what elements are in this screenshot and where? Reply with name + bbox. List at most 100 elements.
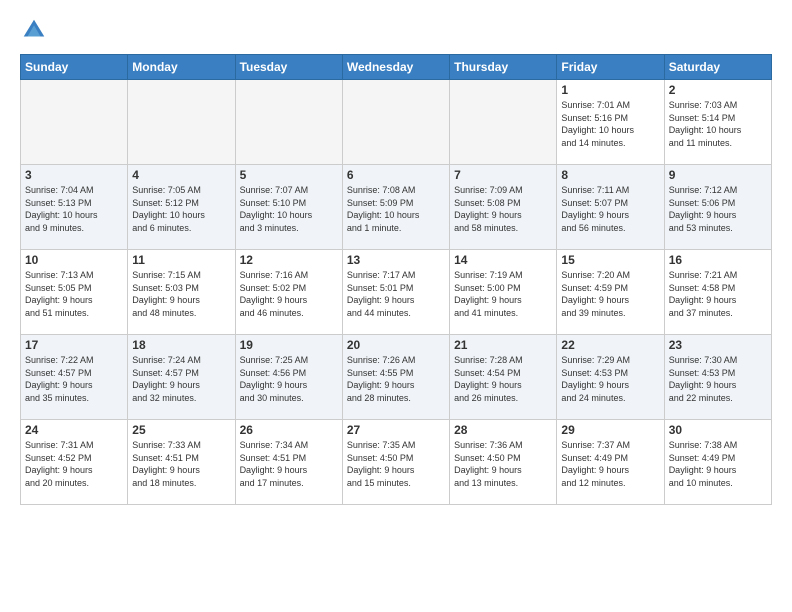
calendar-cell: 23Sunrise: 7:30 AM Sunset: 4:53 PM Dayli… [664,335,771,420]
calendar-cell: 20 Sunrise: 7:26 AM Sunset: 4:55 PM Dayli… [342,335,449,420]
day-info: Sunrise: 7:33 AM Sunset: 4:51 PM Dayligh… [132,439,230,489]
weekday-header: Wednesday [342,55,449,80]
day-number: 17 [25,338,123,352]
day-info: Sunrise: 7:37 AM Sunset: 4:49 PM Dayligh… [561,439,659,489]
calendar-cell: 3Sunrise: 7:04 AM Sunset: 5:13 PM Daylig… [21,165,128,250]
day-number: 13 [347,253,445,267]
calendar-cell: 4 Sunrise: 7:05 AM Sunset: 5:12 PM Daylig… [128,165,235,250]
day-info: Sunrise: 7:11 AM Sunset: 5:07 PM Dayligh… [561,184,659,234]
calendar-cell: 22 Sunrise: 7:29 AM Sunset: 4:53 PM Dayli… [557,335,664,420]
day-info: Sunrise: 7:29 AM Sunset: 4:53 PM Dayligh… [561,354,659,404]
calendar-week-row: 1 Sunrise: 7:01 AM Sunset: 5:16 PM Daylig… [21,80,772,165]
weekday-header: Sunday [21,55,128,80]
calendar-cell: 8 Sunrise: 7:11 AM Sunset: 5:07 PM Daylig… [557,165,664,250]
weekday-header: Saturday [664,55,771,80]
calendar-cell: 5Sunrise: 7:07 AM Sunset: 5:10 PM Daylig… [235,165,342,250]
calendar-week-row: 10 Sunrise: 7:13 AM Sunset: 5:05 PM Dayli… [21,250,772,335]
calendar-cell: 7 Sunrise: 7:09 AM Sunset: 5:08 PM Daylig… [450,165,557,250]
day-info: Sunrise: 7:35 AM Sunset: 4:50 PM Dayligh… [347,439,445,489]
day-number: 8 [561,168,659,182]
day-number: 15 [561,253,659,267]
day-info: Sunrise: 7:13 AM Sunset: 5:05 PM Dayligh… [25,269,123,319]
day-info: Sunrise: 7:34 AM Sunset: 4:51 PM Dayligh… [240,439,338,489]
day-number: 30 [669,423,767,437]
day-info: Sunrise: 7:15 AM Sunset: 5:03 PM Dayligh… [132,269,230,319]
calendar-cell: 18 Sunrise: 7:24 AM Sunset: 4:57 PM Dayli… [128,335,235,420]
calendar-cell: 24 Sunrise: 7:31 AM Sunset: 4:52 PM Dayli… [21,420,128,505]
calendar-cell [342,80,449,165]
day-info: Sunrise: 7:08 AM Sunset: 5:09 PM Dayligh… [347,184,445,234]
day-info: Sunrise: 7:01 AM Sunset: 5:16 PM Dayligh… [561,99,659,149]
calendar-cell: 13 Sunrise: 7:17 AM Sunset: 5:01 PM Dayli… [342,250,449,335]
weekday-header-row: SundayMondayTuesdayWednesdayThursdayFrid… [21,55,772,80]
calendar-cell: 21Sunrise: 7:28 AM Sunset: 4:54 PM Dayli… [450,335,557,420]
calendar-cell: 27 Sunrise: 7:35 AM Sunset: 4:50 PM Dayli… [342,420,449,505]
day-info: Sunrise: 7:04 AM Sunset: 5:13 PM Dayligh… [25,184,123,234]
calendar-cell: 19Sunrise: 7:25 AM Sunset: 4:56 PM Dayli… [235,335,342,420]
calendar-cell: 16 Sunrise: 7:21 AM Sunset: 4:58 PM Dayli… [664,250,771,335]
day-info: Sunrise: 7:22 AM Sunset: 4:57 PM Dayligh… [25,354,123,404]
calendar-cell: 28 Sunrise: 7:36 AM Sunset: 4:50 PM Dayli… [450,420,557,505]
day-number: 19 [240,338,338,352]
day-number: 6 [347,168,445,182]
day-info: Sunrise: 7:05 AM Sunset: 5:12 PM Dayligh… [132,184,230,234]
day-info: Sunrise: 7:31 AM Sunset: 4:52 PM Dayligh… [25,439,123,489]
weekday-header: Thursday [450,55,557,80]
day-number: 16 [669,253,767,267]
day-info: Sunrise: 7:03 AM Sunset: 5:14 PM Dayligh… [669,99,767,149]
day-number: 21 [454,338,552,352]
weekday-header: Monday [128,55,235,80]
day-number: 22 [561,338,659,352]
day-info: Sunrise: 7:36 AM Sunset: 4:50 PM Dayligh… [454,439,552,489]
day-number: 29 [561,423,659,437]
day-info: Sunrise: 7:20 AM Sunset: 4:59 PM Dayligh… [561,269,659,319]
day-info: Sunrise: 7:17 AM Sunset: 5:01 PM Dayligh… [347,269,445,319]
calendar-cell [450,80,557,165]
day-info: Sunrise: 7:26 AM Sunset: 4:55 PM Dayligh… [347,354,445,404]
calendar-cell: 12Sunrise: 7:16 AM Sunset: 5:02 PM Dayli… [235,250,342,335]
calendar-week-row: 24 Sunrise: 7:31 AM Sunset: 4:52 PM Dayli… [21,420,772,505]
calendar-cell [128,80,235,165]
calendar-cell: 17 Sunrise: 7:22 AM Sunset: 4:57 PM Dayli… [21,335,128,420]
day-number: 26 [240,423,338,437]
weekday-header: Tuesday [235,55,342,80]
day-info: Sunrise: 7:09 AM Sunset: 5:08 PM Dayligh… [454,184,552,234]
weekday-header: Friday [557,55,664,80]
calendar-week-row: 17 Sunrise: 7:22 AM Sunset: 4:57 PM Dayli… [21,335,772,420]
day-number: 28 [454,423,552,437]
day-number: 4 [132,168,230,182]
page: SundayMondayTuesdayWednesdayThursdayFrid… [0,0,792,612]
day-number: 5 [240,168,338,182]
day-number: 27 [347,423,445,437]
calendar-cell: 2 Sunrise: 7:03 AM Sunset: 5:14 PM Daylig… [664,80,771,165]
day-number: 7 [454,168,552,182]
calendar-cell: 25Sunrise: 7:33 AM Sunset: 4:51 PM Dayli… [128,420,235,505]
calendar-cell: 26 Sunrise: 7:34 AM Sunset: 4:51 PM Dayli… [235,420,342,505]
day-number: 10 [25,253,123,267]
day-info: Sunrise: 7:19 AM Sunset: 5:00 PM Dayligh… [454,269,552,319]
day-info: Sunrise: 7:24 AM Sunset: 4:57 PM Dayligh… [132,354,230,404]
day-info: Sunrise: 7:38 AM Sunset: 4:49 PM Dayligh… [669,439,767,489]
day-info: Sunrise: 7:30 AM Sunset: 4:53 PM Dayligh… [669,354,767,404]
calendar-cell: 6 Sunrise: 7:08 AM Sunset: 5:09 PM Daylig… [342,165,449,250]
calendar-cell: 9 Sunrise: 7:12 AM Sunset: 5:06 PM Daylig… [664,165,771,250]
logo [20,16,52,44]
day-number: 12 [240,253,338,267]
day-number: 20 [347,338,445,352]
calendar-cell: 29 Sunrise: 7:37 AM Sunset: 4:49 PM Dayli… [557,420,664,505]
calendar-cell: 15 Sunrise: 7:20 AM Sunset: 4:59 PM Dayli… [557,250,664,335]
day-number: 14 [454,253,552,267]
day-number: 18 [132,338,230,352]
calendar-cell: 30 Sunrise: 7:38 AM Sunset: 4:49 PM Dayli… [664,420,771,505]
day-number: 24 [25,423,123,437]
calendar-cell: 10 Sunrise: 7:13 AM Sunset: 5:05 PM Dayli… [21,250,128,335]
day-number: 9 [669,168,767,182]
day-info: Sunrise: 7:12 AM Sunset: 5:06 PM Dayligh… [669,184,767,234]
day-info: Sunrise: 7:21 AM Sunset: 4:58 PM Dayligh… [669,269,767,319]
header [20,16,772,44]
day-number: 2 [669,83,767,97]
day-number: 1 [561,83,659,97]
calendar-cell [235,80,342,165]
calendar: SundayMondayTuesdayWednesdayThursdayFrid… [20,54,772,505]
logo-icon [20,16,48,44]
